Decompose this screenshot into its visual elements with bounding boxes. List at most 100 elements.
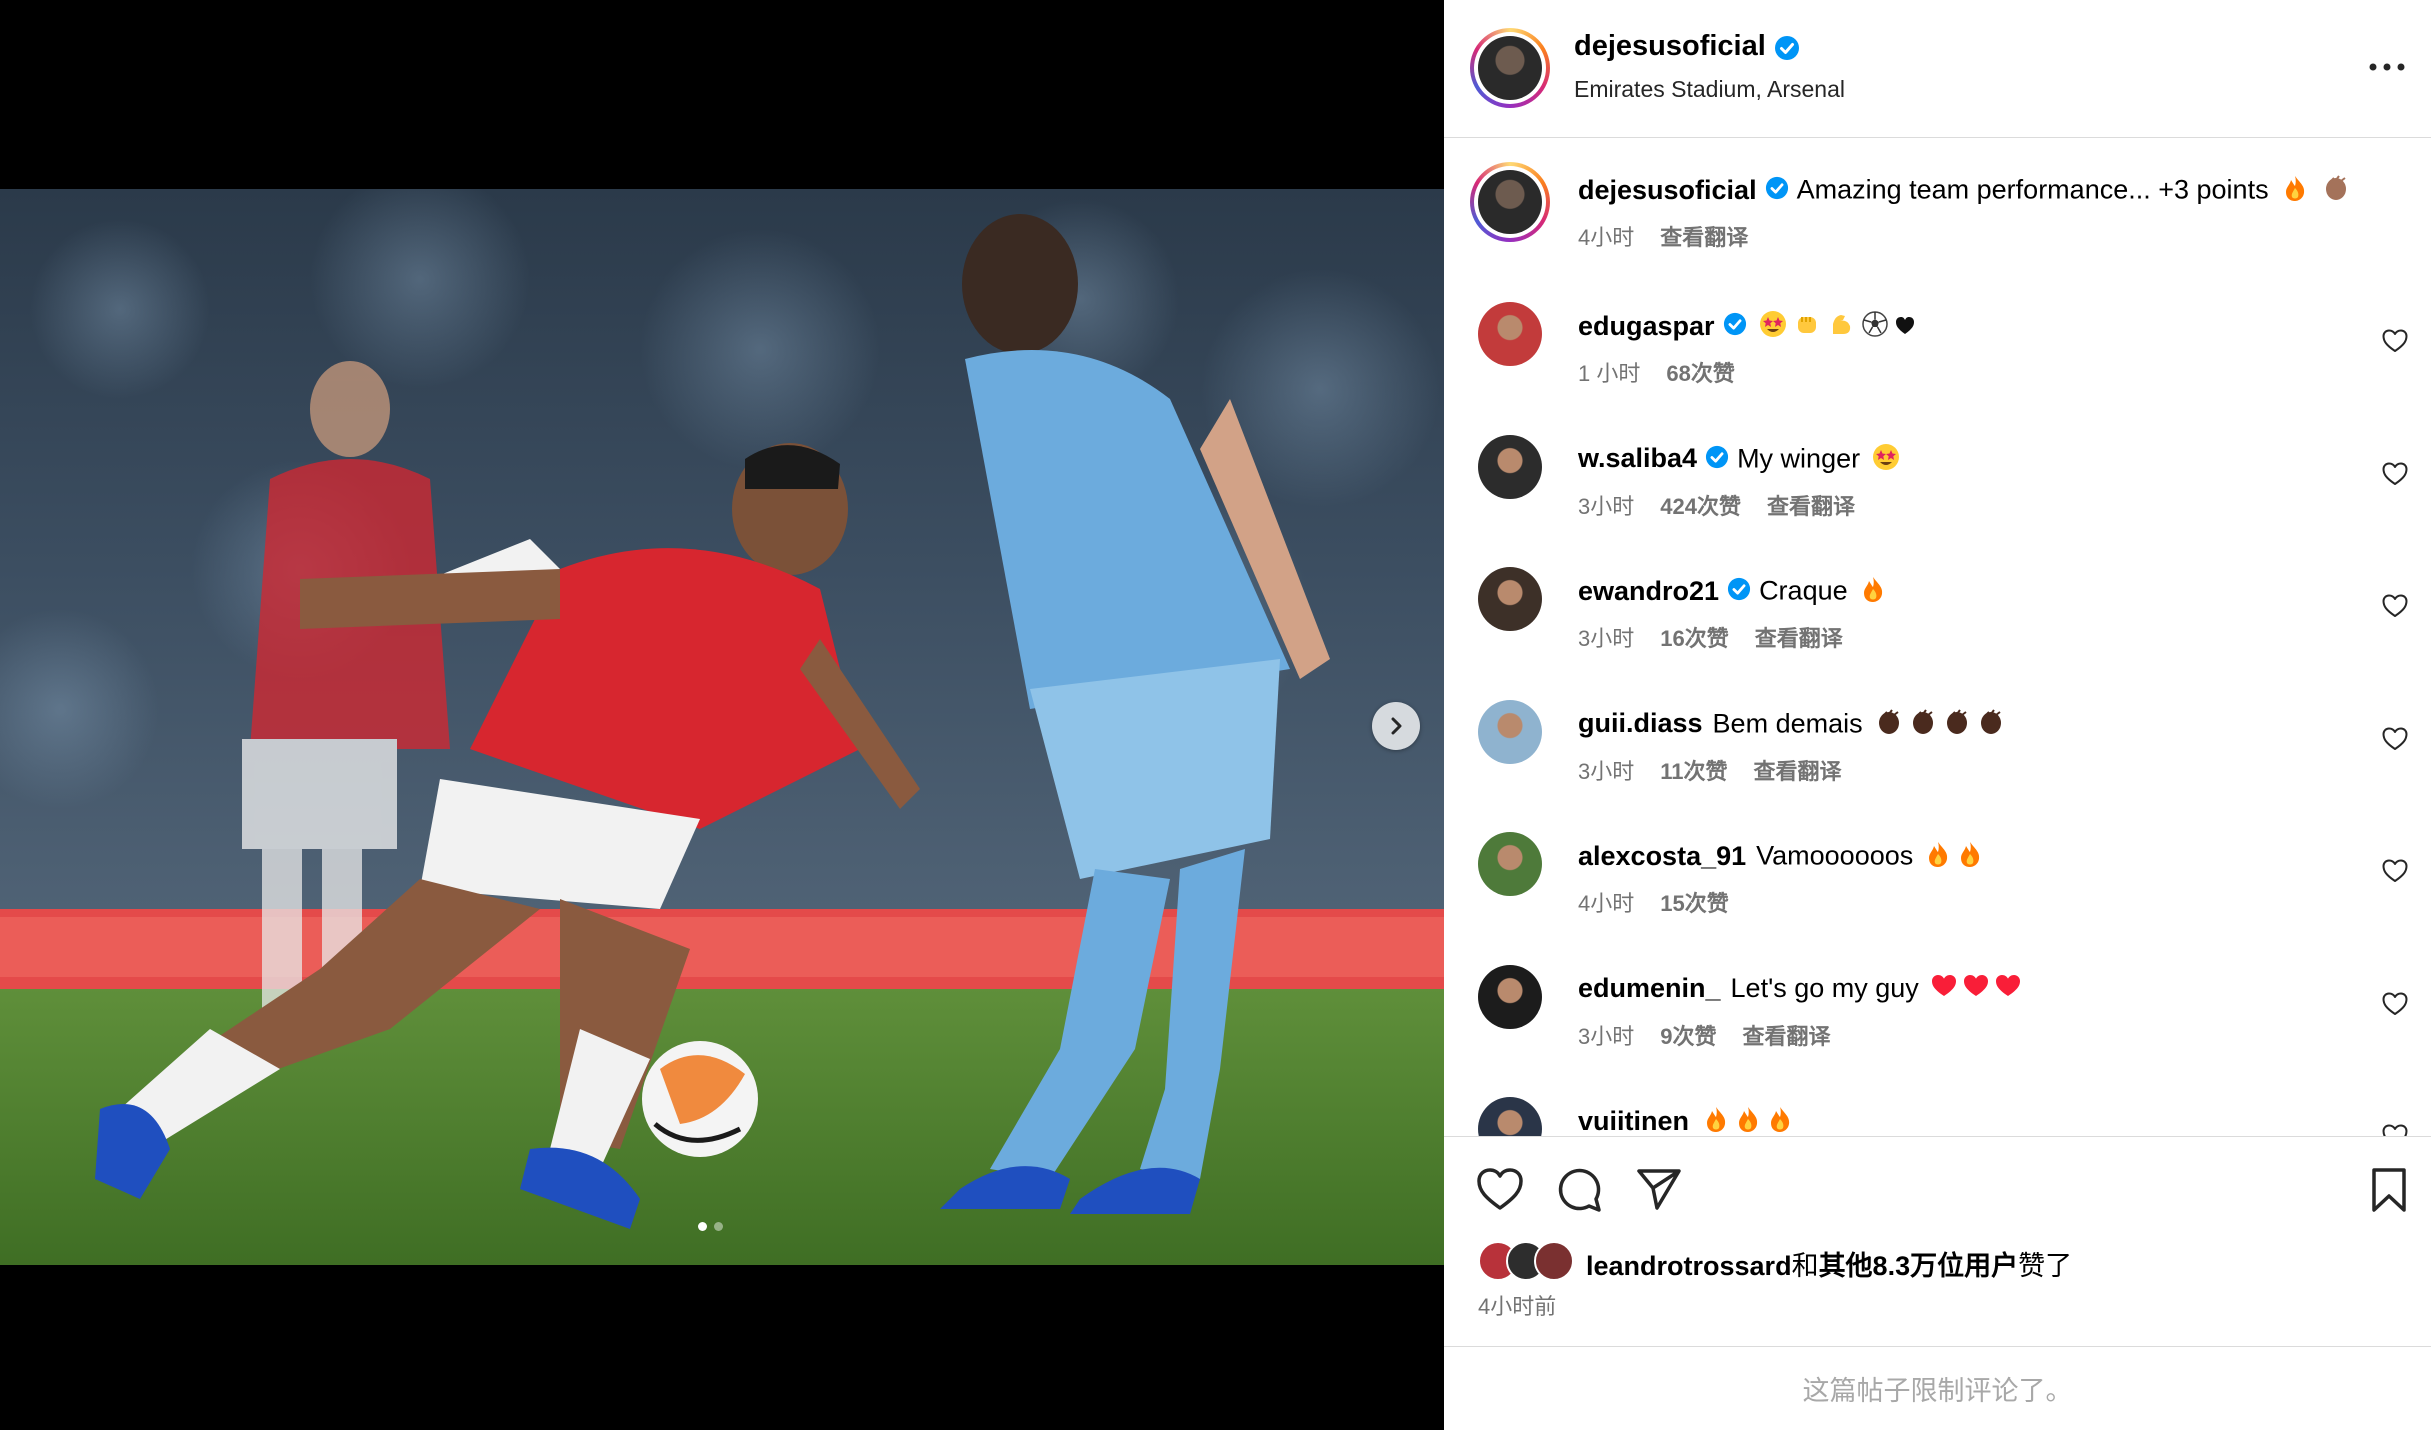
commenter-username[interactable]: edumenin_ bbox=[1578, 973, 1721, 1003]
clap-emoji-icon bbox=[1909, 708, 1937, 743]
comment-like-count[interactable]: 11次赞 bbox=[1660, 759, 1727, 784]
muscle-emoji-icon bbox=[1827, 310, 1855, 345]
comment-line: edumenin_ Let's go my guy bbox=[1578, 973, 2021, 1005]
commenter-avatar[interactable] bbox=[1478, 302, 1542, 366]
commenter-username[interactable]: w.saliba4 bbox=[1578, 443, 1697, 473]
comment-line: guii.diass Bem demais bbox=[1578, 708, 2005, 743]
caption-translate-link[interactable]: 查看翻译 bbox=[1660, 225, 1748, 250]
liker-username[interactable]: leandrotrossard bbox=[1586, 1251, 1792, 1281]
translate-link[interactable]: 查看翻译 bbox=[1754, 759, 1842, 784]
share-send-icon[interactable] bbox=[1636, 1167, 1682, 1211]
caption-time: 4小时 bbox=[1578, 225, 1635, 250]
comment-item: guii.diass Bem demais 3小时 11次赞 查看翻译 bbox=[1444, 698, 2431, 808]
comment-like-count[interactable]: 9次赞 bbox=[1660, 1024, 1716, 1049]
comment-like-count[interactable]: 15次赞 bbox=[1660, 891, 1728, 916]
post-side-panel: dejesusoficial Emirates Stadium, Arsenal… bbox=[1444, 0, 2431, 1430]
comment-line: edugaspar bbox=[1578, 310, 1915, 345]
comment-meta: 3小时 9次赞 查看翻译 bbox=[1578, 1019, 1857, 1051]
comment-like-heart-icon[interactable] bbox=[2382, 991, 2408, 1017]
clap-emoji-icon bbox=[1977, 708, 2005, 743]
translate-link[interactable]: 查看翻译 bbox=[1755, 626, 1843, 651]
comment-time: 3小时 bbox=[1578, 758, 1635, 784]
save-bookmark-icon[interactable] bbox=[2370, 1167, 2408, 1213]
verified-badge-icon bbox=[1727, 577, 1751, 608]
post-timestamp[interactable]: 4小时前 bbox=[1478, 1289, 1556, 1321]
carousel-indicator bbox=[698, 1222, 723, 1231]
comment-item: edumenin_ Let's go my guy 3小时 9次赞 查看翻译 bbox=[1444, 963, 2431, 1073]
media-viewer bbox=[0, 0, 1444, 1430]
more-dots-icon bbox=[2369, 63, 2405, 71]
comment-like-count[interactable]: 16次赞 bbox=[1660, 626, 1728, 651]
fire-emoji-icon bbox=[1767, 1105, 1793, 1136]
comment-meta: 1 小时 68次赞 bbox=[1578, 356, 1761, 388]
star-struck-emoji-icon bbox=[1759, 310, 1787, 345]
comments-list[interactable]: dejesusoficial Amazing team performance..… bbox=[1444, 138, 2431, 1136]
red-heart-emoji-icon bbox=[1963, 974, 1989, 1005]
comment-like-heart-icon[interactable] bbox=[2382, 858, 2408, 884]
commenter-avatar[interactable] bbox=[1478, 832, 1542, 896]
star-struck-emoji-icon bbox=[1872, 443, 1900, 478]
chevron-right-icon bbox=[1391, 717, 1402, 735]
comment-item: w.saliba4 My winger 3小时 424次赞 查看翻译 bbox=[1444, 433, 2431, 543]
black-heart-emoji-icon bbox=[1895, 312, 1915, 343]
clap-emoji-icon bbox=[1943, 708, 1971, 743]
commenter-username[interactable]: ewandro21 bbox=[1578, 576, 1719, 606]
commenter-avatar[interactable] bbox=[1478, 964, 1542, 1029]
commenter-username[interactable]: guii.diass bbox=[1578, 708, 1703, 738]
comment-meta: 3小时 11次赞 查看翻译 bbox=[1578, 754, 1868, 786]
comment-like-heart-icon[interactable] bbox=[2382, 593, 2408, 619]
liked-connector: 和 bbox=[1791, 1251, 1819, 1281]
caption-meta: 4小时 查看翻译 bbox=[1578, 220, 1774, 252]
translate-link[interactable]: 查看翻译 bbox=[1743, 1024, 1831, 1049]
liker-avatar bbox=[1534, 1241, 1574, 1281]
comment-item: edugaspar 1 小时 68次赞 bbox=[1444, 300, 2431, 410]
comment-time: 1 小时 bbox=[1578, 361, 1641, 386]
comment-like-heart-icon[interactable] bbox=[2382, 726, 2408, 752]
caption-avatar[interactable] bbox=[1470, 162, 1550, 242]
fire-emoji-icon bbox=[1957, 840, 1983, 875]
verified-badge-icon bbox=[1705, 445, 1729, 476]
comment-like-heart-icon[interactable] bbox=[2382, 1123, 2408, 1136]
clap-emoji-icon bbox=[2322, 174, 2350, 209]
author-name-row: dejesusoficial bbox=[1574, 30, 1800, 66]
commenter-avatar[interactable] bbox=[1478, 1097, 1542, 1136]
translate-link[interactable]: 查看翻译 bbox=[1767, 494, 1855, 519]
comment-meta: 3小时 424次赞 查看翻译 bbox=[1578, 489, 1881, 521]
post-location[interactable]: Emirates Stadium, Arsenal bbox=[1574, 76, 1845, 103]
post-photo bbox=[0, 189, 1444, 1265]
comment-line: w.saliba4 My winger bbox=[1578, 443, 1900, 478]
caption-username[interactable]: dejesusoficial bbox=[1578, 175, 1757, 205]
commenter-avatar[interactable] bbox=[1478, 567, 1542, 631]
comment-like-count[interactable]: 424次赞 bbox=[1660, 494, 1741, 519]
fire-emoji-icon bbox=[2282, 174, 2308, 209]
soccer-emoji-icon bbox=[1861, 310, 1889, 345]
comment-line: ewandro21 Craque bbox=[1578, 575, 1886, 610]
author-username[interactable]: dejesusoficial bbox=[1574, 30, 1766, 62]
verified-badge-icon bbox=[1774, 35, 1800, 66]
commenter-avatar[interactable] bbox=[1478, 699, 1542, 764]
liked-by-summary: leandrotrossard和其他8.3万位用户赞了 bbox=[1586, 1244, 2072, 1283]
red-heart-emoji-icon bbox=[1995, 974, 2021, 1005]
comment-time: 3小时 bbox=[1578, 1023, 1635, 1049]
commenter-username[interactable]: edugaspar bbox=[1578, 311, 1715, 341]
comment-line: alexcosta_91 Vamoooooos bbox=[1578, 840, 1983, 875]
fire-emoji-icon bbox=[1703, 1105, 1729, 1136]
comment-time: 3小时 bbox=[1578, 626, 1635, 651]
commenter-username[interactable]: alexcosta_91 bbox=[1578, 841, 1746, 871]
commenter-username[interactable]: vuiitinen bbox=[1578, 1106, 1689, 1136]
post-header: dejesusoficial Emirates Stadium, Arsenal bbox=[1444, 0, 2431, 138]
comment-text: Bem demais bbox=[1712, 708, 1863, 739]
commenter-avatar[interactable] bbox=[1478, 434, 1542, 499]
author-avatar[interactable] bbox=[1470, 28, 1550, 108]
comment-like-heart-icon[interactable] bbox=[2382, 461, 2408, 487]
comment-line: vuiitinen bbox=[1578, 1105, 1793, 1136]
comment-bubble-icon[interactable] bbox=[1556, 1167, 1602, 1213]
more-options-button[interactable] bbox=[2362, 52, 2412, 82]
clap-emoji-icon bbox=[1875, 708, 1903, 743]
comment-like-heart-icon[interactable] bbox=[2382, 328, 2408, 354]
liked-suffix: 赞了 bbox=[2018, 1251, 2073, 1281]
like-heart-icon[interactable] bbox=[1476, 1167, 1524, 1211]
comment-like-count[interactable]: 68次赞 bbox=[1666, 361, 1734, 386]
other-likers-link[interactable]: 其他8.3万位用户 bbox=[1819, 1251, 2019, 1281]
carousel-next-button[interactable] bbox=[1372, 702, 1420, 750]
